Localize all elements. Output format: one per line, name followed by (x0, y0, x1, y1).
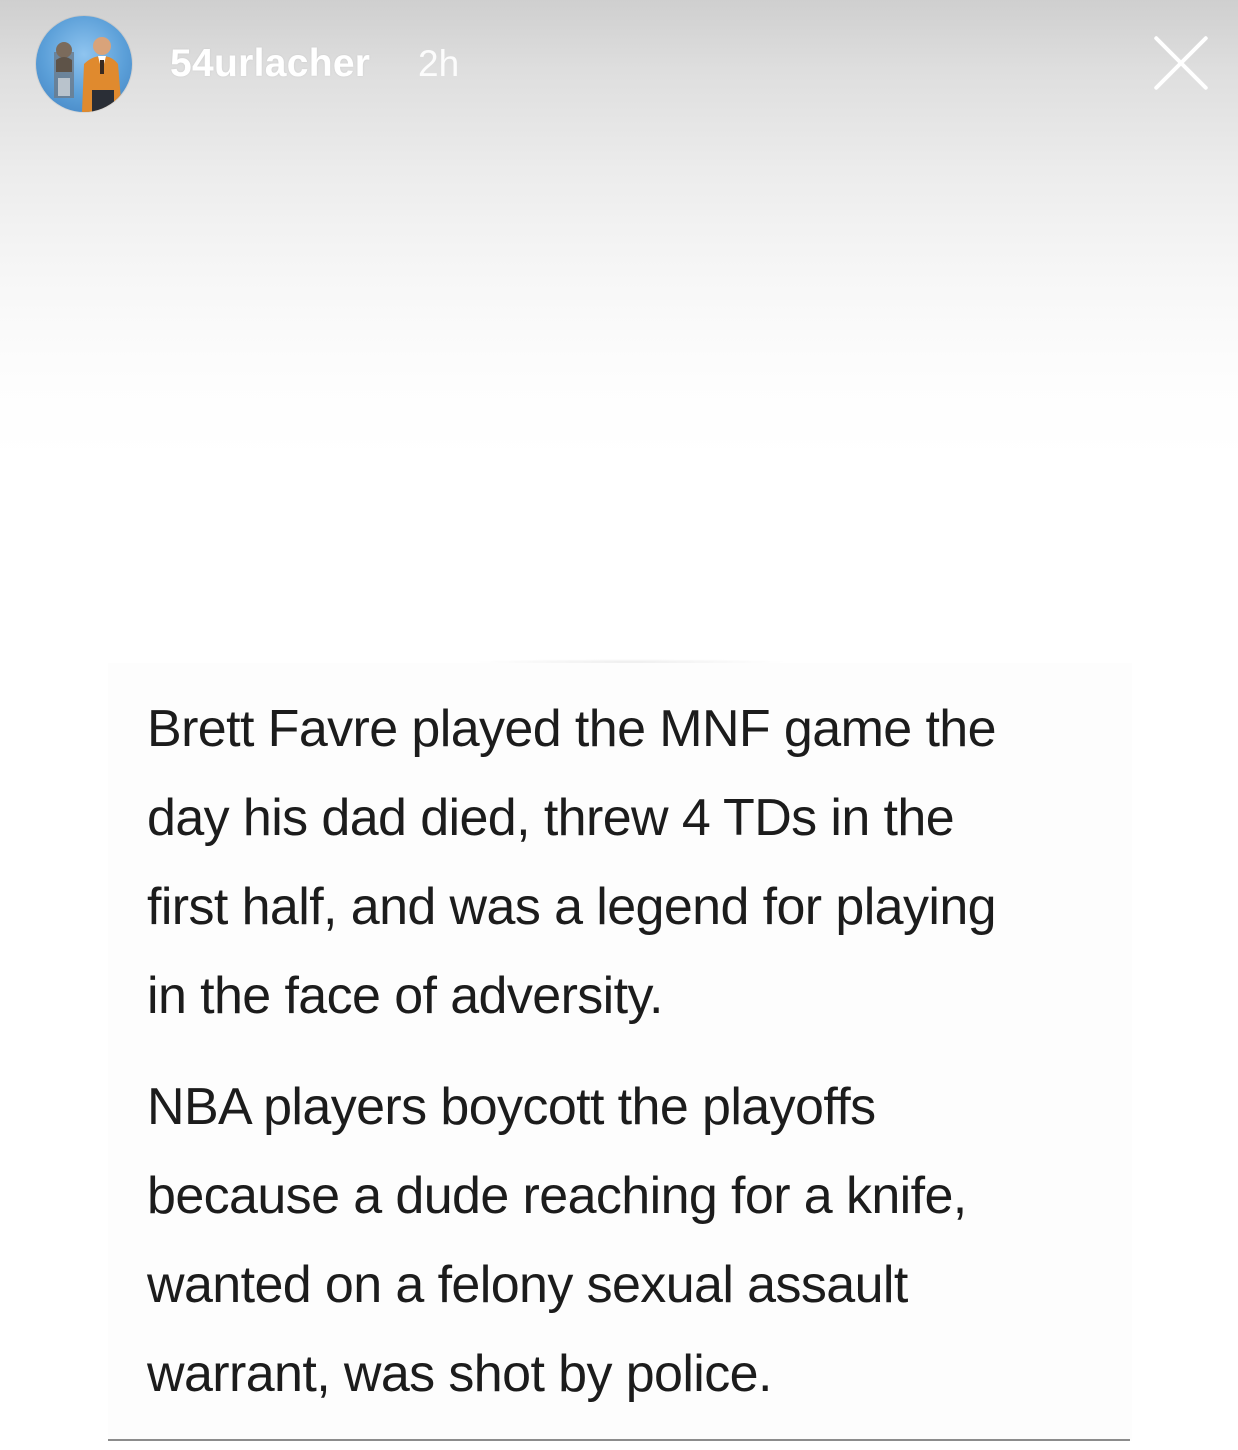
post-line: in the face of adversity. (147, 967, 663, 1025)
story-header: 54urlacher 2h (0, 0, 1238, 130)
post-line: Brett Favre played the MNF game the (147, 700, 997, 758)
post-line: day his dad died, threw 4 TDs in the (147, 789, 955, 847)
card-bottom-divider (108, 1439, 1130, 1441)
post-paragraph-1: Brett Favre played the MNF game the day … (147, 685, 1147, 1041)
post-line: NBA players boycott the playoffs (147, 1078, 876, 1136)
profile-avatar-icon (54, 37, 122, 112)
post-line: warrant, was shot by police. (147, 1345, 772, 1403)
story-timestamp: 2h (418, 43, 460, 84)
story-viewer[interactable]: 54urlacher 2h Brett Favre played the MNF… (0, 0, 1238, 1450)
close-icon[interactable] (1150, 32, 1212, 94)
post-line: first half, and was a legend for playing (147, 878, 997, 936)
post-line: because a dude reaching for a knife, (147, 1167, 967, 1225)
story-username[interactable]: 54urlacher (170, 40, 370, 88)
post-line: wanted on a felony sexual assault (147, 1256, 908, 1314)
post-paragraph-2: NBA players boycott the playoffs because… (147, 1063, 1147, 1419)
profile-avatar[interactable] (36, 16, 132, 112)
